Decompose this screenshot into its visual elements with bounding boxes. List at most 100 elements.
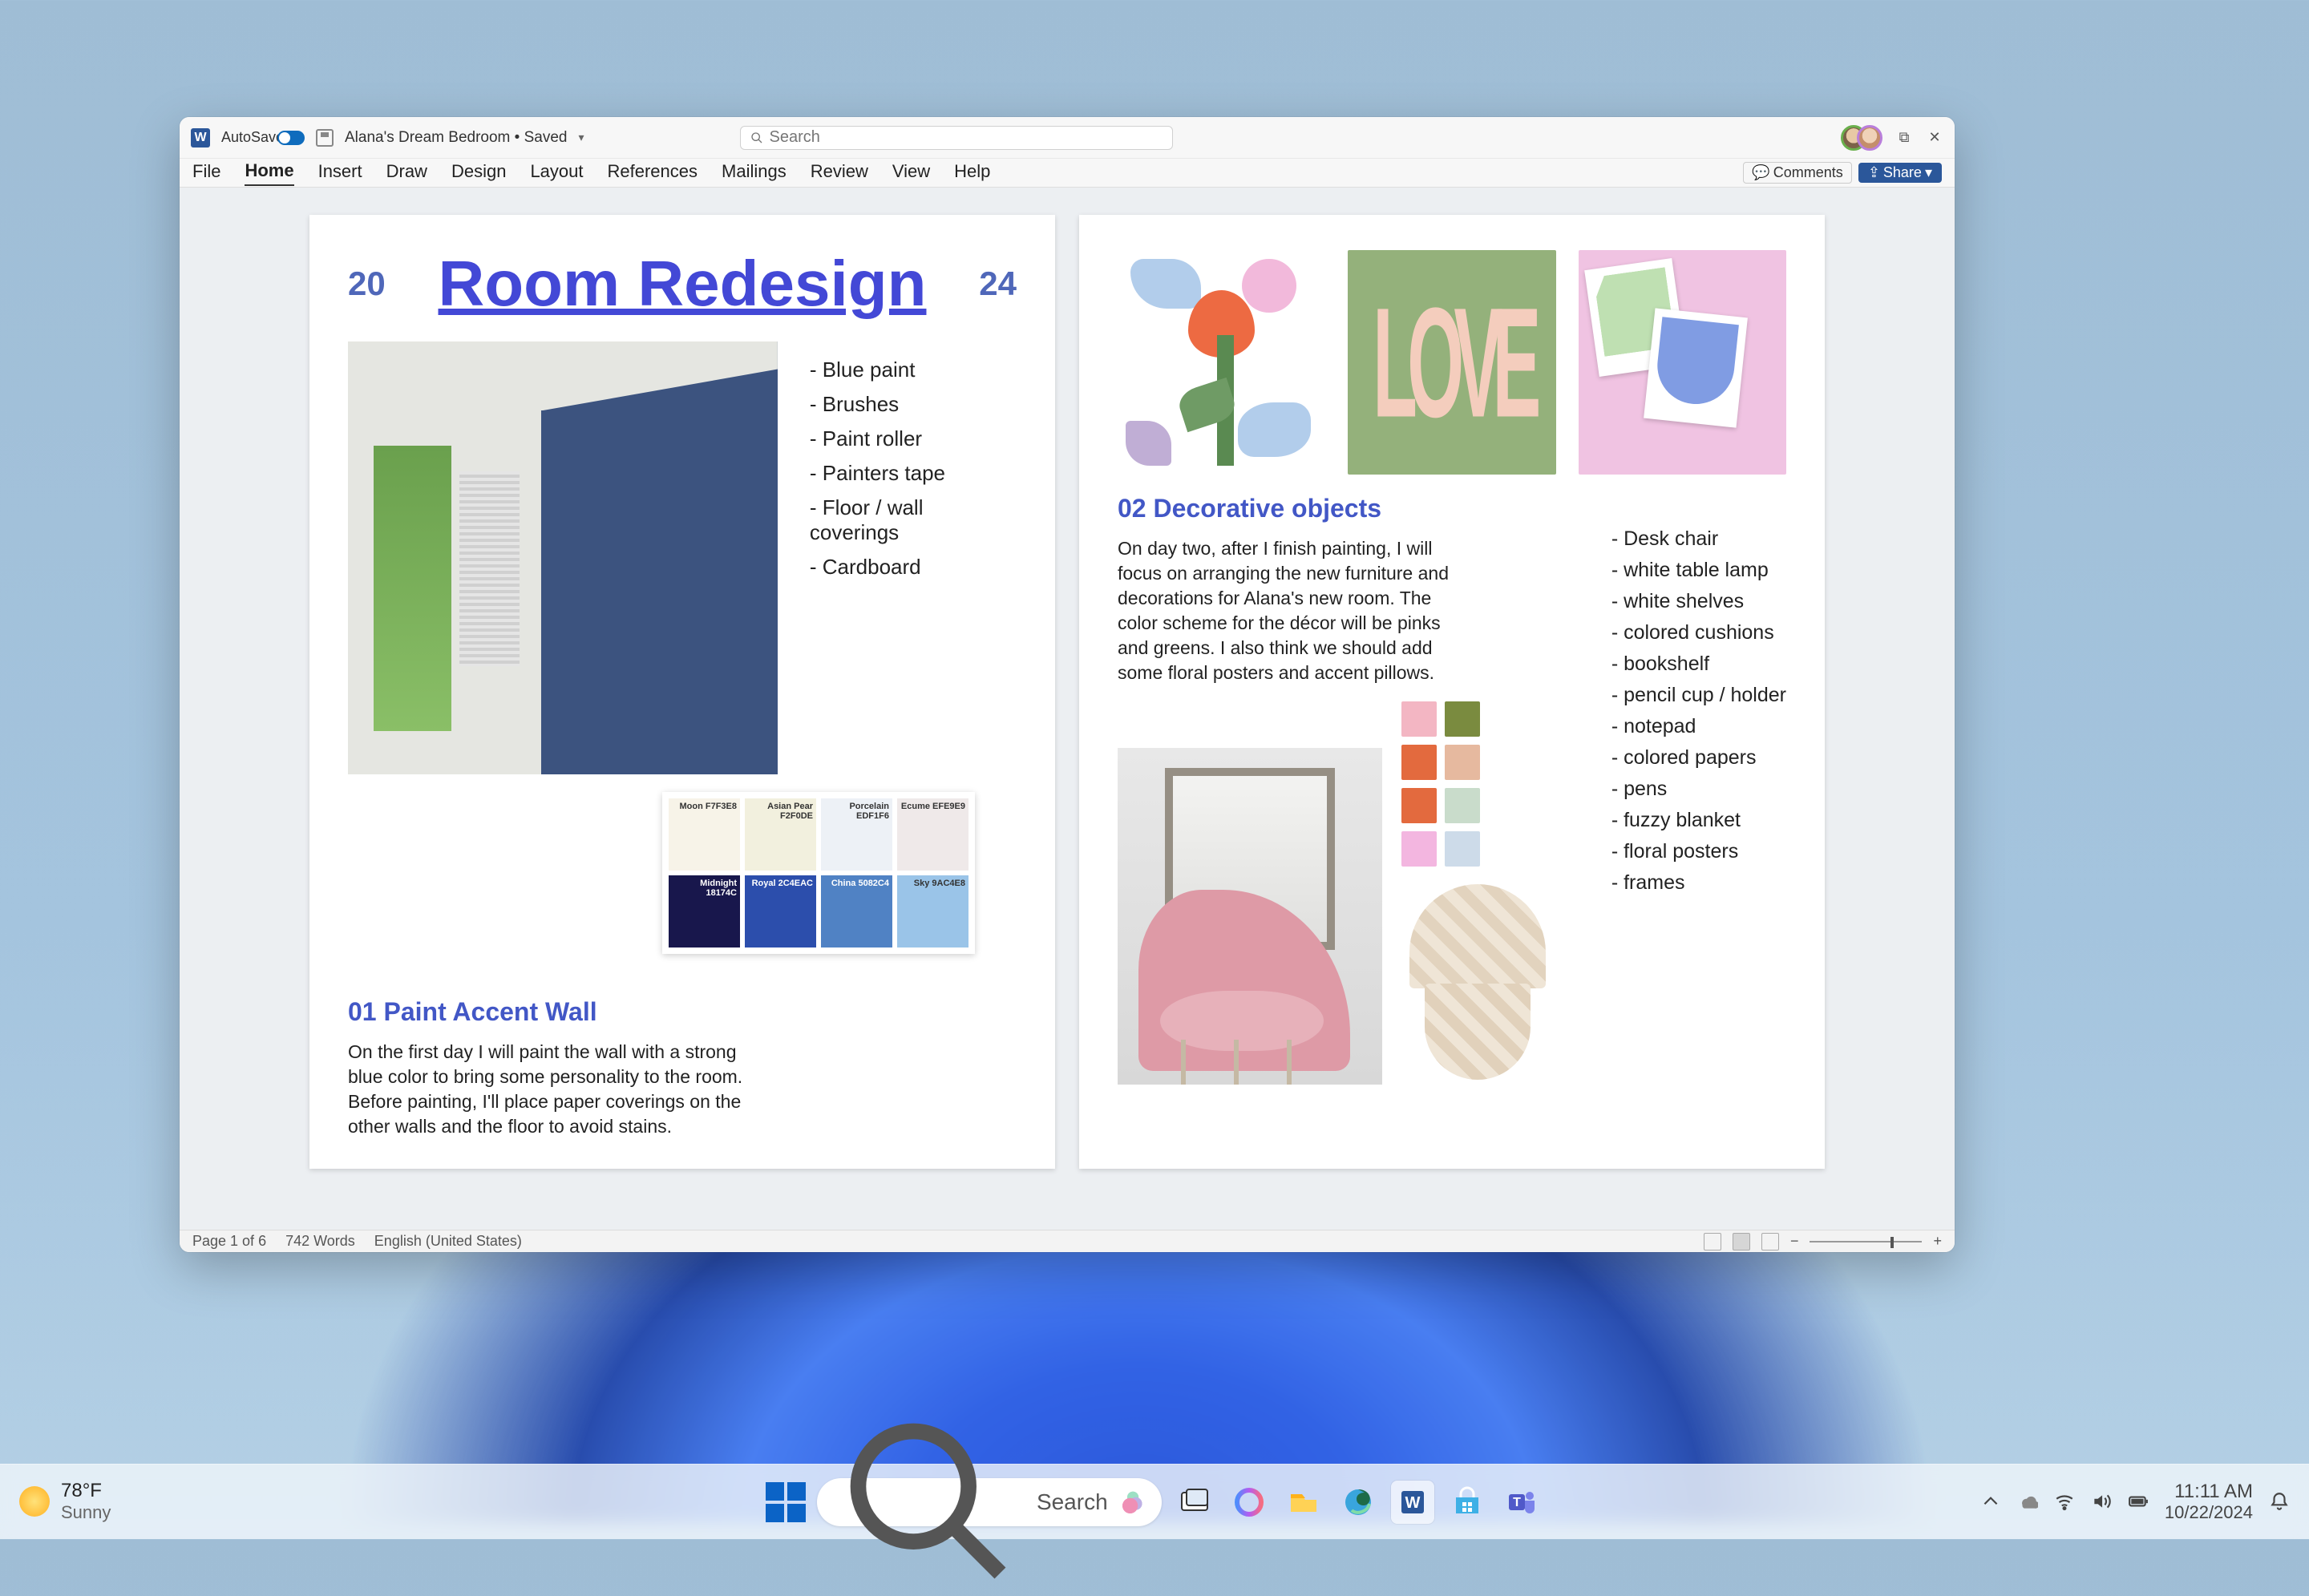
list-item: Brushes	[810, 387, 1017, 422]
autosave-toggle[interactable]	[277, 131, 305, 145]
file-explorer-icon[interactable]	[1282, 1481, 1325, 1524]
titlebar: W AutoSave Alana's Dream Bedroom • Saved…	[180, 117, 1955, 159]
tab-file[interactable]: File	[192, 161, 220, 185]
title-year-right: 24	[979, 265, 1017, 303]
chevron-up-icon[interactable]	[1980, 1491, 2001, 1512]
chair-photo	[1118, 748, 1382, 1085]
list-item: Desk chair	[1611, 523, 1786, 555]
share-button[interactable]: ⇪ Share ▾	[1858, 163, 1942, 183]
restore-window-button[interactable]: ⧉	[1895, 129, 1913, 147]
weather-condition: Sunny	[61, 1502, 111, 1523]
tab-draw[interactable]: Draw	[386, 161, 427, 185]
user-avatar-2[interactable]	[1857, 125, 1882, 151]
view-focus-button[interactable]	[1704, 1233, 1721, 1251]
store-icon[interactable]	[1446, 1481, 1489, 1524]
edge-icon[interactable]	[1336, 1481, 1380, 1524]
materials-list: Blue paint Brushes Paint roller Painters…	[810, 353, 1017, 774]
svg-text:W: W	[1405, 1494, 1421, 1512]
lamp-illustration	[1401, 884, 1554, 1085]
search-icon	[750, 131, 763, 144]
paint-swatch: Moon F7F3E8	[669, 798, 740, 871]
tab-insert[interactable]: Insert	[318, 161, 362, 185]
list-item: Cardboard	[810, 550, 1017, 584]
title-dropdown-icon[interactable]: ▾	[578, 131, 584, 144]
palette-swatch	[1401, 831, 1437, 867]
list-item: bookshelf	[1611, 649, 1786, 680]
section-heading: 01 Paint Accent Wall	[348, 997, 749, 1027]
word-taskbar-icon[interactable]: W	[1391, 1481, 1434, 1524]
list-item: frames	[1611, 867, 1786, 899]
system-tray: 11:11 AM 10/22/2024	[1980, 1481, 2290, 1522]
start-button[interactable]	[766, 1482, 806, 1522]
list-item: Blue paint	[810, 353, 1017, 387]
tab-help[interactable]: Help	[954, 161, 990, 185]
artwork-flower	[1118, 250, 1325, 475]
list-item: fuzzy blanket	[1611, 805, 1786, 836]
taskbar-search[interactable]: Search	[817, 1478, 1162, 1526]
clock[interactable]: 11:11 AM 10/22/2024	[2165, 1481, 2253, 1522]
list-item: colored papers	[1611, 742, 1786, 774]
tab-references[interactable]: References	[608, 161, 698, 185]
list-item: floral posters	[1611, 836, 1786, 867]
taskbar-search-placeholder: Search	[1037, 1489, 1108, 1515]
document-page-2[interactable]: LOVE 02 Decorative objects On day two, a…	[1079, 215, 1825, 1169]
view-print-button[interactable]	[1733, 1233, 1750, 1251]
onedrive-icon[interactable]	[2017, 1491, 2038, 1512]
save-icon[interactable]	[316, 129, 334, 147]
document-page-1[interactable]: 20 Room Redesign 24 Blue paint Brushes P…	[309, 215, 1055, 1169]
comments-label: Comments	[1773, 164, 1843, 181]
titlebar-search[interactable]: Search	[740, 126, 1173, 150]
copilot-icon[interactable]	[1227, 1481, 1271, 1524]
tab-review[interactable]: Review	[811, 161, 868, 185]
zoom-out-button[interactable]: −	[1790, 1233, 1799, 1250]
paint-swatch-card: Moon F7F3E8 Asian Pear F2F0DE Porcelain …	[662, 792, 975, 954]
section-paragraph: On day two, after I finish painting, I w…	[1118, 536, 1470, 685]
battery-icon[interactable]	[2128, 1491, 2149, 1512]
paint-swatch: Midnight 18174C	[669, 875, 740, 947]
weather-temp: 78°F	[61, 1481, 111, 1501]
word-app-icon: W	[191, 128, 210, 147]
palette-swatch	[1401, 788, 1437, 823]
list-item: pens	[1611, 774, 1786, 805]
view-web-button[interactable]	[1761, 1233, 1779, 1251]
tab-design[interactable]: Design	[451, 161, 506, 185]
comments-button[interactable]: 💬 Comments	[1743, 162, 1851, 184]
tab-view[interactable]: View	[892, 161, 930, 185]
wifi-icon[interactable]	[2054, 1491, 2075, 1512]
volume-icon[interactable]	[2091, 1491, 2112, 1512]
section-paragraph: On the first day I will paint the wall w…	[348, 1040, 749, 1139]
palette-swatch	[1445, 831, 1480, 867]
paint-swatch: Asian Pear F2F0DE	[745, 798, 816, 871]
weather-widget[interactable]: 78°F Sunny	[19, 1481, 111, 1522]
weather-sun-icon	[19, 1486, 50, 1517]
section-heading: 02 Decorative objects	[1118, 494, 1786, 523]
zoom-slider[interactable]	[1810, 1241, 1922, 1242]
artwork-polaroids	[1579, 250, 1786, 475]
document-canvas[interactable]: 20 Room Redesign 24 Blue paint Brushes P…	[180, 188, 1955, 1230]
tab-home[interactable]: Home	[245, 160, 293, 186]
paint-swatch: Royal 2C4EAC	[745, 875, 816, 947]
list-item: notepad	[1611, 711, 1786, 742]
document-title[interactable]: Alana's Dream Bedroom • Saved	[345, 129, 567, 147]
palette-swatch	[1445, 745, 1480, 780]
language-indicator[interactable]: English (United States)	[374, 1233, 522, 1250]
palette-swatch	[1445, 701, 1480, 737]
decor-palette	[1401, 701, 1554, 867]
notifications-icon[interactable]	[2269, 1491, 2290, 1512]
tab-layout[interactable]: Layout	[530, 161, 583, 185]
zoom-in-button[interactable]: +	[1933, 1233, 1942, 1250]
teams-icon[interactable]: T	[1500, 1481, 1543, 1524]
palette-swatch	[1401, 701, 1437, 737]
svg-text:T: T	[1513, 1496, 1521, 1509]
word-count[interactable]: 742 Words	[285, 1233, 355, 1250]
page-indicator[interactable]: Page 1 of 6	[192, 1233, 266, 1250]
task-view-icon[interactable]	[1173, 1481, 1216, 1524]
list-item: Painters tape	[810, 456, 1017, 491]
search-highlight-icon	[1121, 1485, 1144, 1520]
close-window-button[interactable]: ✕	[1926, 129, 1943, 147]
artwork-love: LOVE	[1348, 250, 1556, 475]
autosave-label: AutoSave	[221, 130, 266, 145]
tab-mailings[interactable]: Mailings	[722, 161, 787, 185]
list-item: white table lamp	[1611, 555, 1786, 586]
list-item: Floor / wall coverings	[810, 491, 1017, 550]
